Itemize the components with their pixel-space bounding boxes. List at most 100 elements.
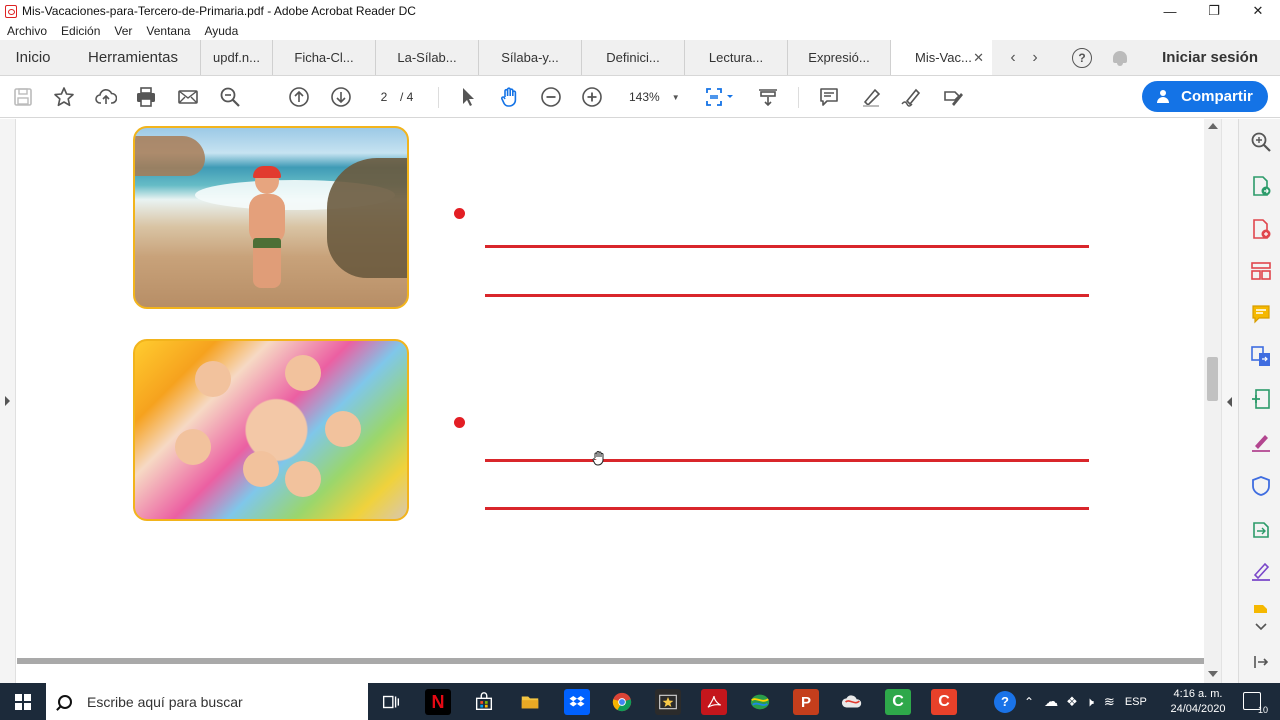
caret-down-icon: ▼ [671, 92, 680, 102]
search-icon[interactable] [1250, 131, 1272, 153]
chevron-down-icon[interactable] [1250, 616, 1272, 632]
comment-icon[interactable] [818, 86, 840, 108]
zoom-search-icon[interactable] [219, 86, 241, 108]
expand-left-icon [5, 396, 10, 406]
scroll-down-icon[interactable] [1208, 671, 1218, 677]
left-panel-toggle[interactable] [0, 119, 16, 683]
zoom-in-icon[interactable] [581, 86, 603, 108]
share-button[interactable]: Compartir [1142, 81, 1268, 112]
select-cursor-icon[interactable] [457, 86, 479, 108]
photo-face [325, 411, 361, 447]
zoom-level-select[interactable]: 143% ▼ [622, 86, 686, 108]
edit-pdf-icon[interactable] [1250, 388, 1272, 410]
photo-child [245, 166, 289, 288]
powerpoint-app-icon[interactable]: P [793, 689, 819, 715]
print-icon[interactable] [135, 86, 157, 108]
email-icon[interactable] [177, 86, 199, 108]
close-window-button[interactable]: ✕ [1236, 0, 1280, 22]
store-app-icon[interactable] [471, 689, 497, 715]
protect-shield-icon[interactable] [1250, 475, 1272, 497]
clock-time: 4:16 a. m. [1173, 688, 1223, 700]
scrollbar-thumb[interactable] [1207, 357, 1218, 401]
menu-ventana[interactable]: Ventana [146, 24, 190, 38]
sign-in-link[interactable]: Iniciar sesión [1162, 49, 1258, 66]
doc-tab-2[interactable]: Ficha-Cl... [272, 40, 375, 75]
right-panel-toggle[interactable] [1221, 119, 1238, 683]
create-pdf-icon[interactable] [1250, 218, 1272, 240]
fill-and-sign-icon[interactable] [1250, 431, 1272, 453]
minimize-button[interactable]: — [1148, 0, 1192, 22]
chevron-up-icon[interactable]: ⌃ [1024, 695, 1034, 709]
windows-logo-icon [15, 693, 31, 710]
taskbar-clock[interactable]: 4:16 a. m. 24/04/2020 [1168, 687, 1228, 717]
organize-pages-icon[interactable] [1250, 260, 1272, 282]
doc-tab-active[interactable]: Mis-Vac... ✕ [890, 40, 992, 75]
export-pdf-icon[interactable] [1250, 175, 1272, 197]
dropbox-app-icon[interactable] [564, 689, 590, 715]
tab-home[interactable]: Inicio [0, 40, 66, 75]
next-page-icon[interactable] [330, 86, 352, 108]
acrobat-taskbar-icon[interactable] [701, 689, 727, 715]
combine-files-icon[interactable] [1250, 345, 1272, 367]
comment-tool-icon[interactable] [1250, 303, 1272, 325]
help-icon[interactable]: ? [1072, 47, 1092, 68]
fit-page-icon[interactable] [704, 86, 738, 108]
request-signature-icon[interactable] [1250, 560, 1272, 582]
photo-rock [135, 136, 205, 176]
task-view-icon[interactable] [378, 689, 404, 715]
chevron-right-icon[interactable]: › [1024, 49, 1046, 67]
vertical-scrollbar[interactable] [1204, 119, 1221, 683]
tab-scroll-arrows: ‹ › [1002, 40, 1046, 75]
photo-face [243, 451, 279, 487]
maps-app-icon[interactable] [747, 689, 773, 715]
menu-ayuda[interactable]: Ayuda [204, 24, 238, 38]
camtasia-red-icon[interactable]: C [931, 689, 957, 715]
previous-page-icon[interactable] [288, 86, 310, 108]
scroll-up-icon[interactable] [1208, 123, 1218, 129]
page-number-input[interactable]: 2 [372, 86, 396, 108]
dropbox-tray-icon[interactable]: ❖ [1066, 694, 1078, 710]
doc-tab-3[interactable]: La-Sílab... [375, 40, 478, 75]
star-icon[interactable] [53, 86, 75, 108]
draw-sign-icon[interactable] [900, 86, 922, 108]
menu-ver[interactable]: Ver [114, 24, 132, 38]
netflix-app-icon[interactable]: N [425, 689, 451, 715]
network-status-icon[interactable]: ☁ [1044, 693, 1058, 710]
help-tray-icon[interactable]: ? [994, 690, 1016, 713]
more-tools-icon[interactable] [1250, 603, 1272, 613]
menu-archivo[interactable]: Archivo [7, 24, 47, 38]
collapse-pane-icon[interactable] [1250, 651, 1272, 673]
send-for-review-icon[interactable] [1250, 517, 1272, 539]
cloud-app-icon[interactable] [839, 689, 865, 715]
fill-sign-icon[interactable] [942, 86, 964, 108]
file-explorer-icon[interactable] [517, 689, 543, 715]
language-indicator[interactable]: ESP [1125, 696, 1147, 708]
chevron-left-icon[interactable]: ‹ [1002, 49, 1024, 67]
cloud-upload-icon[interactable] [95, 86, 117, 108]
close-tab-icon[interactable]: ✕ [973, 50, 984, 66]
wifi-icon[interactable]: ≋ [1104, 694, 1115, 710]
volume-icon[interactable]: 🕨 [1086, 694, 1094, 710]
menu-edicion[interactable]: Edición [61, 24, 100, 38]
action-center-icon[interactable]: 10 [1243, 692, 1268, 715]
notification-bell-icon[interactable] [1112, 49, 1128, 67]
doc-tab-4[interactable]: Sílaba-y... [478, 40, 581, 75]
camtasia-green-icon[interactable]: C [885, 689, 911, 715]
chrome-app-icon[interactable] [609, 689, 635, 715]
doc-tab-1[interactable]: updf.n... [200, 40, 272, 75]
share-button-label: Compartir [1181, 88, 1253, 105]
save-icon[interactable] [12, 86, 34, 108]
doc-tab-6[interactable]: Lectura... [684, 40, 787, 75]
tab-tools[interactable]: Herramientas [66, 40, 200, 75]
doc-tab-7[interactable]: Expresió... [787, 40, 890, 75]
start-button[interactable] [0, 683, 46, 720]
movie-maker-icon[interactable] [655, 689, 681, 715]
scroll-mode-icon[interactable] [757, 86, 779, 108]
restore-button[interactable]: ❐ [1192, 0, 1236, 22]
doc-tab-5[interactable]: Definici... [581, 40, 684, 75]
zoom-out-icon[interactable] [540, 86, 562, 108]
taskbar-search-box[interactable]: Escribe aquí para buscar [46, 683, 368, 720]
highlight-pen-icon[interactable] [860, 86, 882, 108]
photo-child-cap [253, 166, 281, 178]
hand-tool-icon[interactable] [499, 86, 521, 108]
